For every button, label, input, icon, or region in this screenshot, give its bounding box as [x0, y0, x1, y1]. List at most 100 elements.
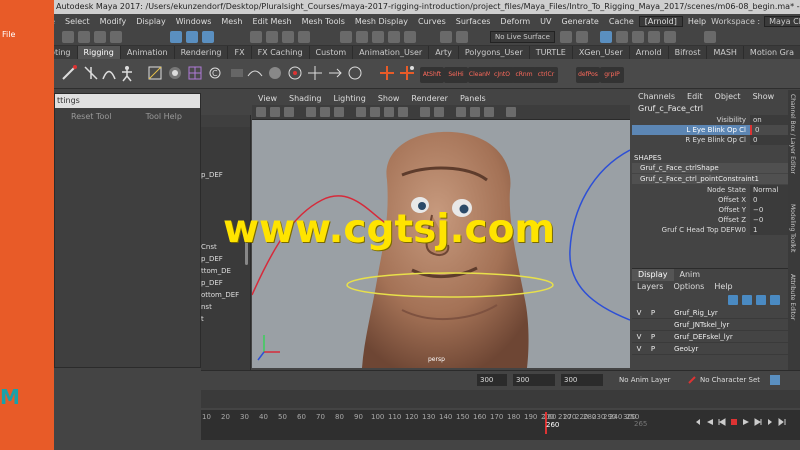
attr-value[interactable]: Normal: [750, 185, 788, 195]
shelf-tab-polygons-user[interactable]: Polygons_User: [459, 46, 530, 59]
layer-color-swatch[interactable]: [660, 307, 674, 318]
workspace-dropdown[interactable]: Maya Classic: [764, 15, 800, 27]
layer-menu-help[interactable]: Help: [709, 281, 737, 293]
move-layer-down-icon[interactable]: [742, 295, 752, 305]
shape-node[interactable]: Gruf_c_Face_ctrlShape: [632, 163, 788, 173]
tab-anim-layers[interactable]: Anim: [674, 269, 707, 281]
ambient-occlusion-icon[interactable]: [434, 107, 444, 117]
layer-color-swatch[interactable]: [660, 343, 674, 354]
menu-generate[interactable]: Generate: [556, 17, 603, 26]
attr-r-eye-blink[interactable]: R Eye Blink Op Cl 0: [632, 135, 788, 145]
render-settings-icon[interactable]: [600, 31, 612, 43]
range-end-field[interactable]: 300: [561, 374, 603, 386]
attr-value[interactable]: 0: [750, 125, 788, 135]
attr-offset-z[interactable]: Offset Z −0: [632, 215, 788, 225]
cb-menu-edit[interactable]: Edit: [681, 90, 709, 103]
list-item[interactable]: p_DEF: [201, 253, 250, 265]
snap-grid-icon[interactable]: [340, 31, 352, 43]
attr-value[interactable]: −0: [750, 215, 788, 225]
layer-name[interactable]: Gruf_Rig_Lyr: [674, 307, 788, 318]
layer-row[interactable]: V P Gruf_DEFskel_lyr: [632, 331, 788, 343]
shelf-tab-motion-graphics[interactable]: Motion Gra: [744, 46, 800, 59]
save-icon[interactable]: [78, 31, 90, 43]
playback-end-field[interactable]: 300: [477, 374, 507, 386]
attr-l-eye-blink[interactable]: L Eye Blink Op Cl 0: [632, 125, 788, 135]
list-item[interactable]: [201, 133, 250, 145]
sculpt-deformer-icon[interactable]: [266, 64, 284, 82]
go-to-end-icon[interactable]: [778, 418, 786, 426]
play-back-icon[interactable]: [706, 418, 714, 426]
layer-name[interactable]: Gruf_DEFskel_lyr: [674, 331, 788, 342]
shelf-tab-arty[interactable]: Arty: [429, 46, 459, 59]
menu-display[interactable]: Display: [131, 17, 171, 26]
layer-playback-toggle[interactable]: P: [646, 307, 660, 318]
menu-edit-mesh[interactable]: Edit Mesh: [247, 17, 296, 26]
reset-tool-button[interactable]: Reset Tool: [55, 112, 128, 121]
shelf-tab-animation-user[interactable]: Animation_User: [353, 46, 430, 59]
layer-playback-toggle[interactable]: [646, 319, 660, 330]
attr-node-state[interactable]: Node State Normal: [632, 185, 788, 195]
menu-arnold[interactable]: [Arnold]: [638, 15, 683, 27]
smooth-shade-icon[interactable]: [370, 107, 380, 117]
ipr-render-icon[interactable]: [576, 31, 588, 43]
layer-name[interactable]: GeoLyr: [674, 343, 788, 354]
menu-uv[interactable]: UV: [535, 17, 556, 26]
select-component-icon[interactable]: [202, 31, 214, 43]
list-item[interactable]: p_DEF: [201, 277, 250, 289]
layer-row[interactable]: Gruf_JNTskel_lyr: [632, 319, 788, 331]
soft-mod-icon[interactable]: [286, 64, 304, 82]
anim-layer-icon[interactable]: [687, 375, 697, 385]
shadows-icon[interactable]: [420, 107, 430, 117]
cluster-icon[interactable]: C: [206, 64, 224, 82]
attr-value[interactable]: 0: [750, 195, 788, 205]
layer-playback-toggle[interactable]: P: [646, 331, 660, 342]
shelf-button-selhi[interactable]: SelHi: [444, 67, 468, 83]
arnold-ipr-icon[interactable]: [664, 31, 676, 43]
render-icon[interactable]: [560, 31, 572, 43]
time-range-bar[interactable]: [201, 390, 800, 408]
shelf-button-crnm[interactable]: cRnm: [512, 67, 536, 83]
menu-modify[interactable]: Modify: [95, 17, 132, 26]
constraint-node[interactable]: Gruf_c_Face_ctrl_pointConstraint1: [632, 174, 788, 184]
shelf-tab-xgen-user[interactable]: XGen_User: [573, 46, 630, 59]
animation-end-field[interactable]: 300: [513, 374, 555, 386]
character-set-dropdown[interactable]: No Character Set: [700, 374, 760, 386]
shelf-tab-rendering[interactable]: Rendering: [175, 46, 229, 59]
shelf-tab-rigging[interactable]: Rigging: [77, 46, 121, 59]
tab-modeling-toolkit[interactable]: Modeling Toolkit: [789, 204, 796, 252]
menu-help[interactable]: Help: [683, 17, 711, 26]
viewport-menu-shading[interactable]: Shading: [283, 93, 328, 105]
list-item[interactable]: t: [201, 313, 250, 325]
lattice-icon[interactable]: [186, 64, 204, 82]
shelf-button-atshft[interactable]: AtShft: [420, 67, 444, 83]
layer-menu-options[interactable]: Options: [668, 281, 709, 293]
shelf-tab-fx[interactable]: FX: [228, 46, 252, 59]
joint-tool-icon[interactable]: [60, 64, 78, 82]
tab-attribute-editor[interactable]: Attribute Editor: [789, 274, 796, 320]
menu-curves[interactable]: Curves: [413, 17, 451, 26]
wireframe-icon[interactable]: [356, 107, 366, 117]
blue-control-curve[interactable]: [569, 149, 630, 321]
tab-display-layers[interactable]: Display: [632, 269, 674, 281]
select-object-icon[interactable]: [186, 31, 198, 43]
character-set-icon[interactable]: [769, 374, 781, 386]
cb-menu-show[interactable]: Show: [747, 90, 781, 103]
lights-icon[interactable]: [398, 107, 408, 117]
snap-curve-icon[interactable]: [356, 31, 368, 43]
cb-menu-channels[interactable]: Channels: [632, 90, 681, 103]
grid-icon[interactable]: [320, 107, 330, 117]
layer-row[interactable]: V P Gruf_Rig_Lyr: [632, 307, 788, 319]
humanik-icon[interactable]: [118, 64, 136, 82]
anim-layer-dropdown[interactable]: No Anim Layer: [619, 374, 670, 386]
prev-key-icon[interactable]: [718, 418, 726, 426]
shelf-tab-turtle[interactable]: TURTLE: [530, 46, 573, 59]
ik-spline-icon[interactable]: [100, 64, 118, 82]
image-plane-icon[interactable]: [306, 107, 316, 117]
gamma-icon[interactable]: [506, 107, 516, 117]
list-item[interactable]: [201, 157, 250, 169]
attr-offset-y[interactable]: Offset Y −0: [632, 205, 788, 215]
shelf-tab-custom[interactable]: Custom: [310, 46, 354, 59]
input-field-icon[interactable]: [704, 31, 716, 43]
layer-visibility-toggle[interactable]: [632, 319, 646, 330]
layer-color-swatch[interactable]: [660, 319, 674, 330]
